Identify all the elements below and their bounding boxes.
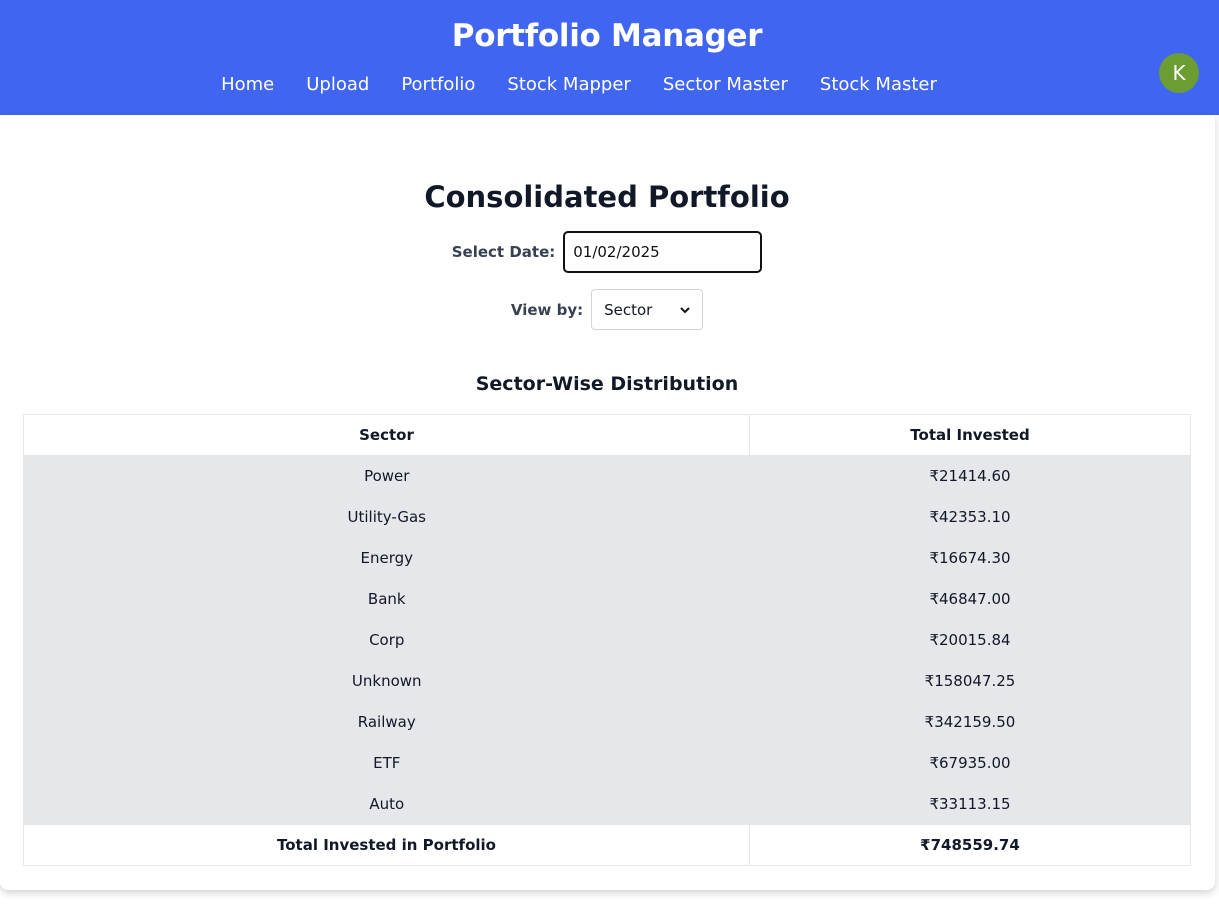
sector-cell: Corp [23, 619, 750, 661]
column-header-sector: Sector [23, 414, 750, 456]
nav-stock-mapper[interactable]: Stock Mapper [507, 74, 630, 95]
sector-cell: Auto [23, 783, 750, 825]
table-row: Unknown ₹158047.25 [23, 660, 1191, 702]
sector-cell: Unknown [23, 660, 750, 702]
table-row: Railway ₹342159.50 [23, 701, 1191, 743]
sector-cell: Utility-Gas [23, 496, 750, 538]
amount-cell: ₹16674.30 [749, 537, 1191, 579]
section-title: Sector-Wise Distribution [475, 373, 739, 395]
app-header: Portfolio Manager Home Upload Portfolio … [0, 0, 1219, 115]
view-select-value: Sector [604, 300, 653, 319]
sector-cell: Bank [23, 578, 750, 620]
table-row: Auto ₹33113.15 [23, 783, 1191, 825]
view-row: View by: Sector [0, 289, 1214, 330]
date-input[interactable]: 01/02/2025 [563, 231, 763, 273]
nav-portfolio[interactable]: Portfolio [401, 74, 475, 95]
column-header-total-invested: Total Invested [749, 414, 1191, 456]
table-row: Corp ₹20015.84 [23, 619, 1191, 661]
table-row: Utility-Gas ₹42353.10 [23, 496, 1191, 538]
app-title: Portfolio Manager [451, 18, 763, 54]
amount-cell: ₹158047.25 [749, 660, 1191, 702]
amount-cell: ₹21414.60 [749, 455, 1191, 497]
sector-table: Sector Total Invested Power ₹21414.60 Uti… [23, 414, 1191, 866]
table-row: Bank ₹46847.00 [23, 578, 1191, 620]
page-title: Consolidated Portfolio [424, 180, 790, 214]
date-label: Select Date: [451, 243, 556, 261]
nav-sector-master[interactable]: Sector Master [663, 74, 788, 95]
amount-cell: ₹67935.00 [749, 742, 1191, 784]
table-header-row: Sector Total Invested [23, 414, 1191, 456]
sector-cell: Energy [23, 537, 750, 579]
sector-cell: Power [23, 455, 750, 497]
amount-cell: ₹46847.00 [749, 578, 1191, 620]
amount-cell: ₹20015.84 [749, 619, 1191, 661]
table-row: Energy ₹16674.30 [23, 537, 1191, 579]
avatar[interactable]: K [1159, 53, 1199, 93]
total-value: ₹748559.74 [749, 824, 1191, 866]
nav-upload[interactable]: Upload [306, 74, 369, 95]
sector-cell: Railway [23, 701, 750, 743]
view-select[interactable]: Sector [591, 289, 704, 330]
date-row: Select Date: 01/02/2025 [0, 231, 1214, 273]
table-total-row: Total Invested in Portfolio ₹748559.74 [23, 824, 1191, 866]
amount-cell: ₹342159.50 [749, 701, 1191, 743]
nav-stock-master[interactable]: Stock Master [820, 74, 937, 95]
nav-home[interactable]: Home [221, 74, 274, 95]
table-row: ETF ₹67935.00 [23, 742, 1191, 784]
sector-cell: ETF [23, 742, 750, 784]
amount-cell: ₹33113.15 [749, 783, 1191, 825]
total-label: Total Invested in Portfolio [23, 824, 750, 866]
amount-cell: ₹42353.10 [749, 496, 1191, 538]
chevron-down-icon [680, 306, 690, 313]
view-label: View by: [510, 300, 584, 319]
table-row: Power ₹21414.60 [23, 455, 1191, 497]
main-nav: Home Upload Portfolio Stock Mapper Secto… [0, 74, 1158, 95]
